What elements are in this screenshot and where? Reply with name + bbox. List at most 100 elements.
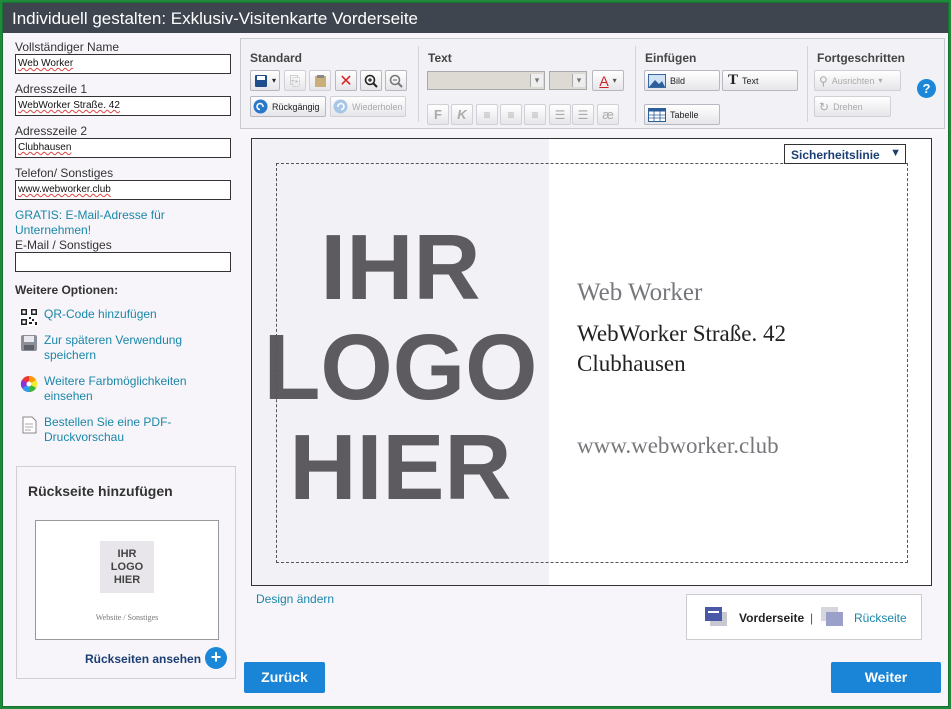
align-objects-icon: ⚲	[819, 73, 828, 88]
align-objects-button[interactable]: ⚲ Ausrichten ▾	[814, 70, 901, 91]
side-separator: |	[810, 611, 814, 625]
numbered-list-icon: ☰	[577, 107, 589, 122]
option-qr-code-label: QR-Code hinzufügen	[44, 307, 157, 321]
disk-icon	[21, 335, 37, 351]
save-icon	[254, 74, 267, 87]
email-input[interactable]	[15, 252, 231, 272]
back-side-icon	[821, 607, 843, 626]
address1-label: Adresszeile 1	[15, 82, 88, 96]
toolbar-group-advanced: Fortgeschritten ⚲ Ausrichten ▾ ↻ Drehen	[808, 46, 908, 122]
align-right-button[interactable]: ≡	[524, 104, 546, 125]
redo-label: Wiederholen	[352, 101, 403, 112]
align-center-button[interactable]: ≡	[500, 104, 522, 125]
save-dropdown-icon: ▾	[271, 76, 276, 85]
image-icon	[648, 73, 666, 88]
option-save-label: Zur späteren Verwendung speichern	[44, 333, 183, 362]
front-side-tab[interactable]: Vorderseite	[739, 611, 804, 625]
bullet-list-icon: ☰	[554, 107, 566, 122]
color-wheel-icon	[20, 375, 38, 393]
font-size-select[interactable]	[549, 71, 587, 90]
document-icon	[22, 416, 37, 434]
font-family-select[interactable]	[427, 71, 545, 90]
safety-line-toggle[interactable]: Sicherheitslinie	[784, 144, 906, 164]
italic-button[interactable]: K	[451, 104, 473, 125]
undo-button[interactable]: Rückgängig	[250, 96, 326, 117]
insert-table-button[interactable]: Tabelle	[644, 104, 720, 125]
address2-label: Adresszeile 2	[15, 124, 88, 138]
option-qr-code[interactable]: QR-Code hinzufügen	[20, 307, 157, 326]
insert-text-button[interactable]: T Text	[722, 70, 798, 91]
card-website-text[interactable]: www.webworker.club	[577, 433, 779, 459]
editor-toolbar: Standard ▾ ⎘ ✕ Rückgängig Wiederholen Te…	[240, 38, 945, 129]
special-chars-button[interactable]: æ	[597, 104, 619, 125]
back-side-thumb-sub: Website / Sonstiges	[95, 613, 159, 622]
align-left-button[interactable]: ≡	[476, 104, 498, 125]
card-address2-text[interactable]: Clubhausen	[577, 351, 686, 377]
insert-table-label: Tabelle	[670, 109, 699, 120]
align-dropdown-icon: ▾	[878, 76, 883, 85]
rotate-icon: ↻	[819, 99, 830, 114]
view-back-sides-link[interactable]: Rückseiten ansehen	[85, 652, 201, 666]
free-email-link[interactable]: GRATIS: E-Mail-Adresse für Unternehmen!	[15, 208, 185, 238]
change-design-link[interactable]: Design ändern	[256, 592, 334, 606]
copy-icon: ⎘	[289, 72, 301, 88]
back-button[interactable]: Zurück	[244, 662, 325, 693]
name-label: Vollständiger Name	[15, 40, 120, 54]
phone-input[interactable]: www.webworker.club	[15, 180, 231, 200]
option-pdf-preview[interactable]: Bestellen Sie eine PDF-Druckvorschau	[20, 415, 174, 445]
group-title-advanced: Fortgeschritten	[817, 51, 906, 65]
bold-button[interactable]: F	[427, 104, 449, 125]
options-heading: Weitere Optionen:	[15, 283, 119, 297]
align-center-icon: ≡	[507, 107, 515, 122]
text-color-button[interactable]: A ▾	[592, 70, 624, 91]
option-pdf-preview-label: Bestellen Sie eine PDF-Druckvorschau	[44, 415, 172, 444]
card-canvas[interactable]: IHR LOGO HIER Sicherheitslinie Web Worke…	[251, 138, 932, 586]
help-icon[interactable]: ?	[917, 79, 936, 98]
address1-input[interactable]: WebWorker Straße. 42	[15, 96, 231, 116]
toolbar-group-standard: Standard ▾ ⎘ ✕ Rückgängig Wiederholen	[241, 46, 419, 122]
back-side-thumbnail[interactable]: IHR LOGO HIER Website / Sonstiges	[35, 520, 219, 640]
back-side-thumb-logo: IHR LOGO HIER	[100, 541, 154, 593]
qr-code-icon	[20, 308, 38, 326]
name-input[interactable]: Web Worker	[15, 54, 231, 74]
group-title-text: Text	[428, 51, 452, 65]
paste-icon	[314, 74, 326, 87]
zoom-out-button[interactable]	[385, 70, 407, 91]
delete-icon: ✕	[339, 72, 353, 90]
rotate-label: Drehen	[833, 101, 863, 112]
text-color-dropdown-icon: ▾	[612, 76, 617, 85]
side-switcher: Vorderseite | Rückseite	[686, 594, 922, 640]
bullet-list-button[interactable]: ☰	[549, 104, 571, 125]
copy-button[interactable]: ⎘	[284, 70, 306, 91]
option-save[interactable]: Zur späteren Verwendung speichern	[20, 333, 194, 363]
insert-image-button[interactable]: Bild	[644, 70, 720, 91]
zoom-in-button[interactable]	[360, 70, 382, 91]
numbered-list-button[interactable]: ☰	[572, 104, 594, 125]
group-title-insert: Einfügen	[645, 51, 697, 65]
insert-image-label: Bild	[670, 75, 686, 86]
zoom-in-icon	[364, 74, 378, 88]
undo-label: Rückgängig	[272, 101, 320, 112]
delete-button[interactable]: ✕	[335, 70, 357, 91]
paste-button[interactable]	[309, 70, 331, 91]
window-title: Individuell gestalten: Exklusiv-Visitenk…	[3, 3, 948, 33]
option-colors[interactable]: Weitere Farbmöglichkeiten einsehen	[20, 374, 204, 404]
table-icon	[648, 107, 666, 122]
insert-text-label: Text	[742, 75, 759, 86]
back-side-panel: Rückseite hinzufügen IHR LOGO HIER Websi…	[16, 466, 236, 679]
align-left-icon: ≡	[483, 107, 491, 122]
undo-icon	[253, 99, 268, 114]
rotate-button[interactable]: ↻ Drehen	[814, 96, 891, 117]
back-side-title: Rückseite hinzufügen	[28, 483, 173, 499]
redo-button[interactable]: Wiederholen	[330, 96, 406, 117]
card-address1-text[interactable]: WebWorker Straße. 42	[577, 321, 786, 347]
card-name-text[interactable]: Web Worker	[577, 279, 702, 307]
save-button[interactable]: ▾	[250, 70, 280, 91]
toolbar-group-insert: Einfügen Bild T Text Tabelle	[636, 46, 808, 125]
address2-input[interactable]: Clubhausen	[15, 138, 231, 158]
back-side-tab[interactable]: Rückseite	[854, 611, 907, 625]
group-title-standard: Standard	[250, 51, 303, 65]
editor-window: Individuell gestalten: Exklusiv-Visitenk…	[2, 2, 949, 707]
add-back-side-icon[interactable]: +	[205, 647, 227, 669]
next-button[interactable]: Weiter	[831, 662, 941, 693]
